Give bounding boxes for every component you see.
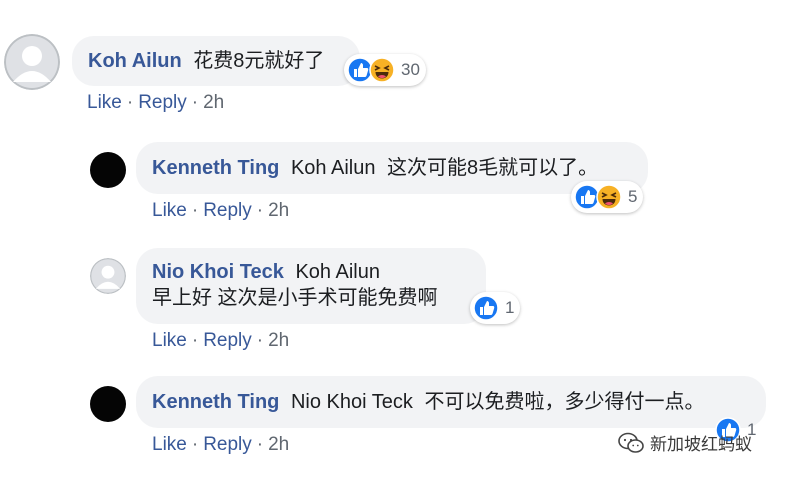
mention-tag[interactable]: Koh Ailun	[291, 157, 376, 179]
default-avatar-icon	[90, 258, 126, 294]
like-link[interactable]: Like	[87, 92, 122, 113]
separator: ·	[191, 434, 199, 455]
comment-author[interactable]: Koh Ailun	[88, 50, 182, 72]
reaction-count: 1	[505, 298, 515, 317]
wechat-icon	[618, 432, 644, 453]
comment-bubble: Kenneth Ting Nio Khoi Teck 不可以免费啦，多少得付一点…	[136, 376, 766, 428]
comment-author[interactable]: Kenneth Ting	[152, 391, 279, 413]
haha-icon	[596, 184, 622, 210]
comment-bubble: Koh Ailun 花费8元就好了	[72, 36, 360, 86]
separator: ·	[191, 200, 199, 221]
separator: ·	[191, 92, 199, 113]
comment-bubble: Kenneth Ting Koh Ailun 这次可能8毛就可以了。	[136, 142, 648, 194]
comment-actions: Like · Reply · 2h	[87, 92, 224, 114]
reply-link[interactable]: Reply	[203, 434, 252, 455]
reaction-summary[interactable]: 1	[470, 292, 521, 324]
reaction-count: 30	[401, 60, 420, 79]
reaction-count: 5	[628, 187, 638, 206]
separator: ·	[256, 330, 264, 351]
timestamp[interactable]: 2h	[268, 330, 289, 351]
like-icon	[473, 295, 499, 321]
default-avatar-icon	[4, 34, 60, 90]
like-link[interactable]: Like	[152, 200, 187, 221]
comment-text: 早上好 这次是小手术可能免费啊	[152, 287, 438, 309]
comment-text: 不可以免费啦，多少得付一点。	[424, 391, 705, 413]
mention-tag[interactable]: Nio Khoi Teck	[291, 391, 413, 413]
separator: ·	[256, 434, 264, 455]
separator: ·	[256, 200, 264, 221]
avatar[interactable]	[90, 386, 126, 422]
watermark: 新加坡红蚂蚁	[618, 430, 752, 455]
comment-author[interactable]: Kenneth Ting	[152, 157, 279, 179]
reply-link[interactable]: Reply	[138, 92, 187, 113]
watermark-text: 新加坡红蚂蚁	[650, 435, 752, 454]
mention-tag[interactable]: Koh Ailun	[295, 261, 380, 283]
timestamp[interactable]: 2h	[203, 92, 224, 113]
comment-actions: Like · Reply · 2h	[152, 434, 289, 456]
timestamp[interactable]: 2h	[268, 200, 289, 221]
separator: ·	[191, 330, 199, 351]
reply-link[interactable]: Reply	[203, 330, 252, 351]
comment-text: 这次可能8毛就可以了。	[387, 157, 599, 179]
reaction-summary[interactable]: 5	[571, 181, 644, 213]
comment-author[interactable]: Nio Khoi Teck	[152, 261, 284, 283]
like-link[interactable]: Like	[152, 330, 187, 351]
like-link[interactable]: Like	[152, 434, 187, 455]
avatar[interactable]	[4, 34, 60, 90]
comment-bubble: Nio Khoi Teck Koh Ailun 早上好 这次是小手术可能免费啊	[136, 248, 486, 324]
reaction-summary[interactable]: 30	[344, 54, 426, 86]
comment-actions: Like · Reply · 2h	[152, 200, 289, 222]
timestamp[interactable]: 2h	[268, 434, 289, 455]
avatar[interactable]	[90, 152, 126, 188]
reply-link[interactable]: Reply	[203, 200, 252, 221]
avatar[interactable]	[90, 258, 126, 294]
haha-icon	[369, 57, 395, 83]
separator: ·	[126, 92, 134, 113]
comment-actions: Like · Reply · 2h	[152, 330, 289, 352]
comment-text: 花费8元就好了	[193, 50, 325, 72]
